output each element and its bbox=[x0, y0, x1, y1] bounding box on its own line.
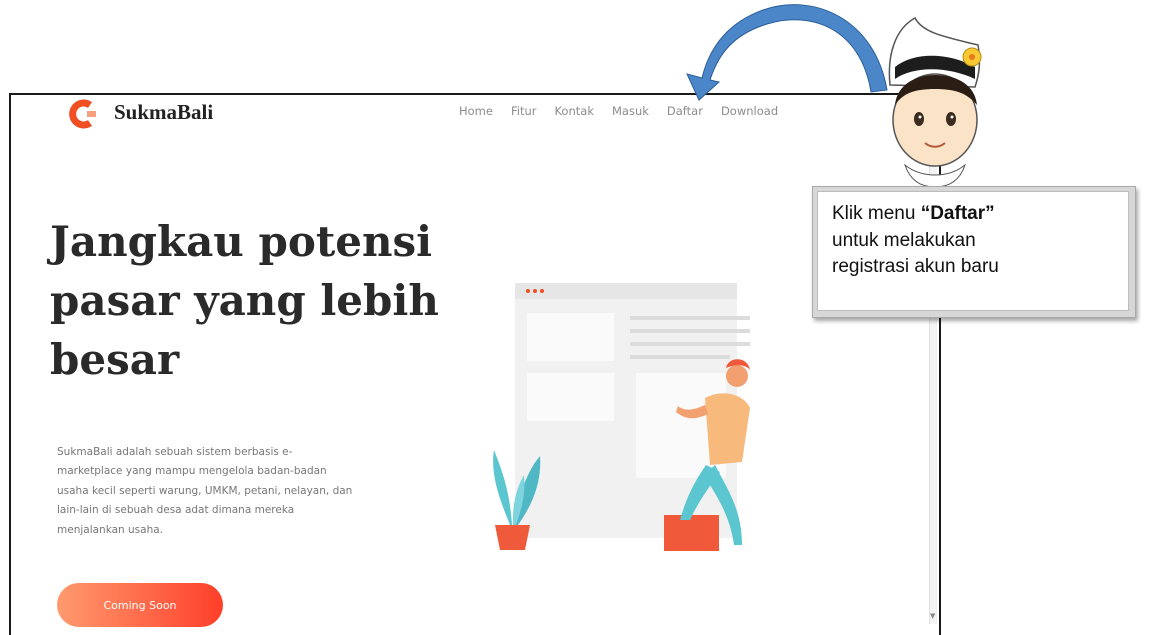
nav-kontak[interactable]: Kontak bbox=[554, 104, 594, 118]
nav-fitur[interactable]: Fitur bbox=[511, 104, 537, 118]
hero-description: SukmaBali adalah sebuah sistem berbasis … bbox=[57, 446, 353, 536]
callout-highlight: “Daftar” bbox=[920, 203, 995, 224]
hero-line-2: pasar yang lebih bbox=[50, 275, 439, 325]
curved-arrow-icon bbox=[686, 4, 888, 101]
callout-line-3: registrasi akun baru bbox=[832, 256, 999, 278]
character-illustration bbox=[888, 16, 982, 188]
hero-line-3: besar bbox=[50, 334, 180, 384]
callout-prefix: Klik menu bbox=[832, 203, 921, 224]
hero-line-1: Jangkau potensi bbox=[50, 217, 433, 266]
coming-soon-button[interactable]: Coming Soon bbox=[57, 583, 223, 627]
callout-line-2: untuk melakukan bbox=[832, 229, 976, 251]
brand-name[interactable]: SukmaBali bbox=[114, 100, 213, 125]
logo-icon[interactable] bbox=[68, 99, 98, 129]
hero-heading: Jangkau potensi pasar yang lebih besar bbox=[50, 213, 450, 389]
nav-home[interactable]: Home bbox=[459, 104, 493, 118]
callout-line-1: Klik menu “Daftar” bbox=[832, 201, 1114, 228]
callout-text-box: Klik menu “Daftar” untuk melakukan regis… bbox=[817, 191, 1129, 311]
scroll-down-icon[interactable]: ▼ bbox=[930, 612, 935, 620]
instruction-callout: Klik menu “Daftar” untuk melakukan regis… bbox=[812, 186, 1136, 318]
nav-masuk[interactable]: Masuk bbox=[612, 104, 649, 118]
hero-illustration bbox=[493, 283, 750, 551]
